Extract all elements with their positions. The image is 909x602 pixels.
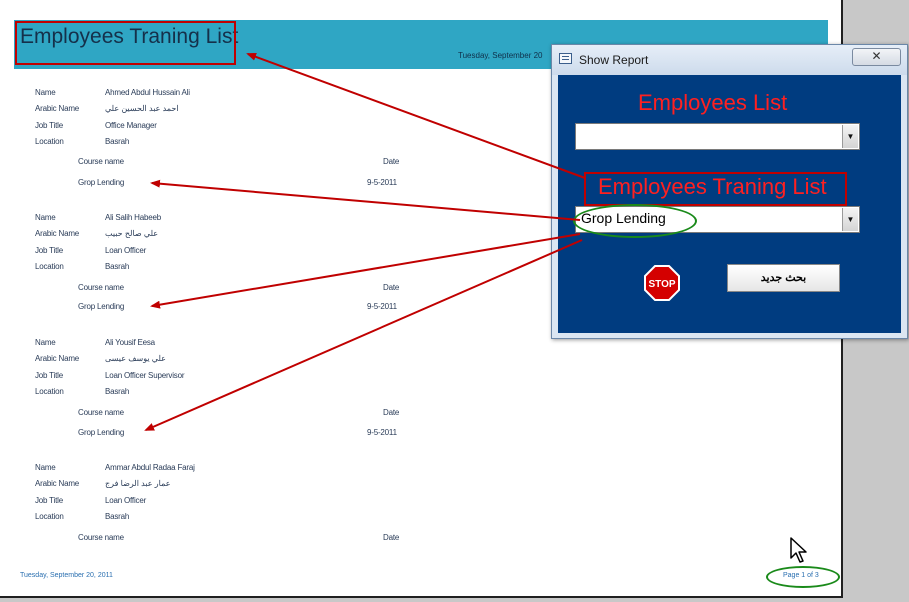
arrow-to-course-3 (144, 239, 583, 431)
arrow-to-course-2 (150, 233, 581, 309)
arrow-to-course-1 (150, 179, 581, 221)
annotation-arrows (144, 53, 586, 431)
mouse-cursor-icon (790, 537, 807, 563)
arrow-to-title (246, 53, 586, 179)
